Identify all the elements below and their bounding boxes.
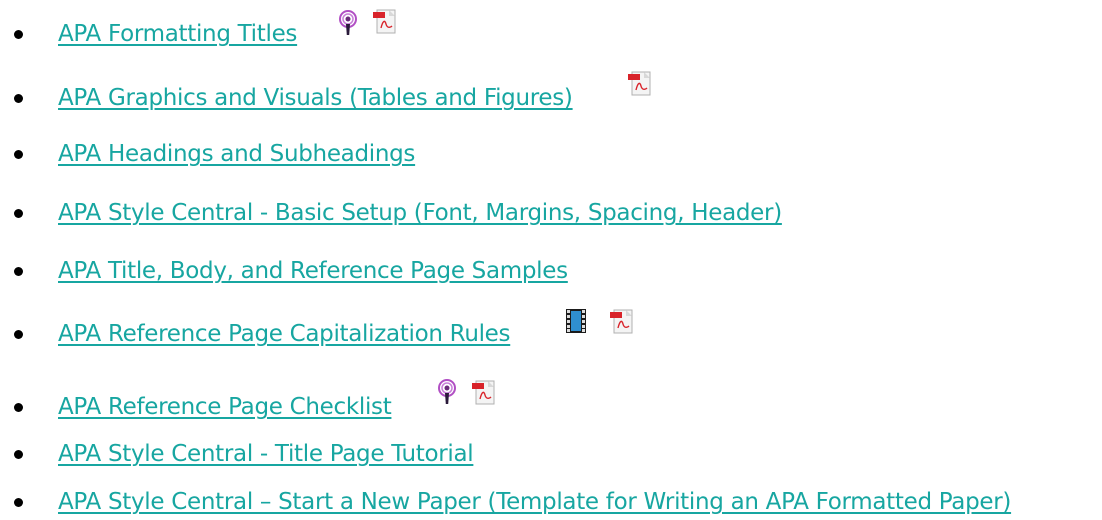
pdf-icon[interactable] — [472, 379, 496, 405]
link-apa-page-samples[interactable]: APA Title, Body, and Reference Page Samp… — [58, 258, 568, 284]
bullet — [14, 93, 23, 103]
bullet — [14, 497, 23, 507]
bullet — [14, 149, 23, 159]
link-apa-headings[interactable]: APA Headings and Subheadings — [58, 141, 415, 167]
link-apa-formatting-titles[interactable]: APA Formatting Titles — [58, 21, 297, 47]
podcast-icon[interactable] — [436, 379, 458, 405]
bullet — [14, 449, 23, 459]
podcast-icon[interactable] — [337, 10, 359, 36]
link-apa-basic-setup[interactable]: APA Style Central - Basic Setup (Font, M… — [58, 200, 782, 226]
link-apa-graphics-visuals[interactable]: APA Graphics and Visuals (Tables and Fig… — [58, 85, 573, 111]
link-apa-start-new-paper[interactable]: APA Style Central – Start a New Paper (T… — [58, 489, 1011, 515]
link-apa-title-page-tutorial[interactable]: APA Style Central - Title Page Tutorial — [58, 441, 474, 467]
pdf-icon[interactable] — [628, 70, 652, 96]
link-apa-reference-checklist[interactable]: APA Reference Page Checklist — [58, 394, 392, 420]
bullet — [14, 402, 23, 412]
bullet — [14, 329, 23, 339]
bullet — [14, 266, 23, 276]
pdf-icon[interactable] — [610, 308, 634, 334]
bullet — [14, 208, 23, 218]
video-icon[interactable] — [565, 308, 587, 334]
bullet — [14, 29, 23, 39]
link-apa-capitalization-rules[interactable]: APA Reference Page Capitalization Rules — [58, 321, 511, 347]
pdf-icon[interactable] — [373, 8, 397, 34]
